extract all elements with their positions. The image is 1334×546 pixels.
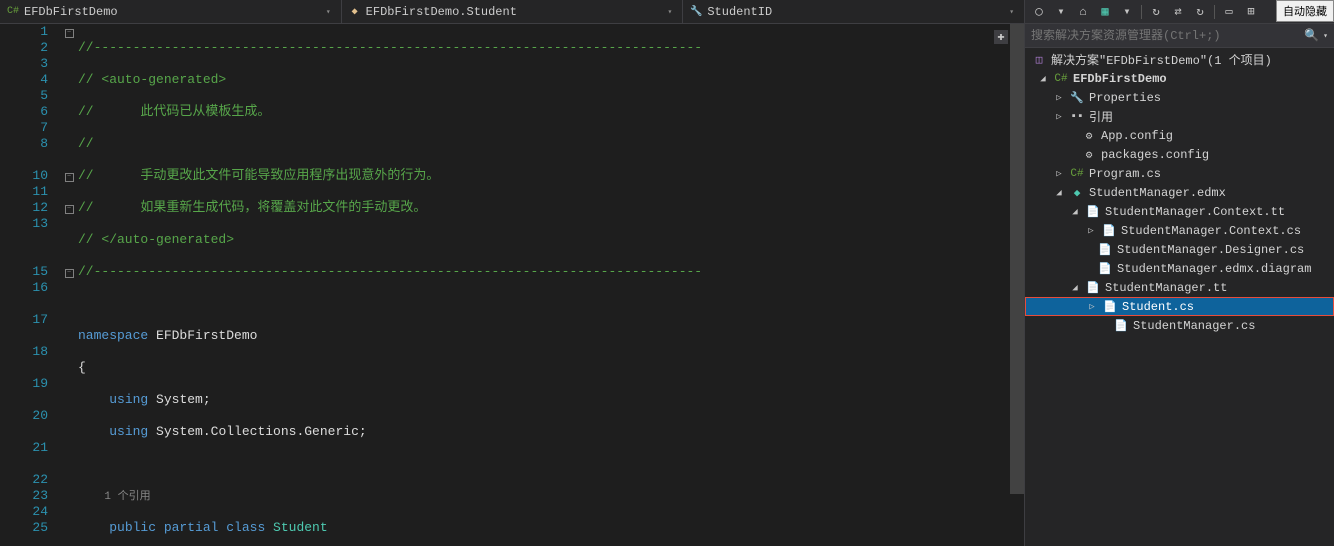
file-icon: 📄: [1101, 224, 1117, 238]
breadcrumb-namespace[interactable]: C# EFDbFirstDemo ▾: [0, 0, 342, 23]
refresh-icon[interactable]: ↻: [1148, 4, 1164, 20]
tree-solution-root[interactable]: ◫ 解决方案"EFDbFirstDemo"(1 个项目): [1025, 50, 1334, 69]
fold-toggle[interactable]: −: [65, 173, 74, 182]
back-icon[interactable]: ◯: [1031, 4, 1047, 20]
cs-icon: C#: [1069, 168, 1085, 180]
file-icon: 📄: [1085, 205, 1101, 219]
search-icon[interactable]: 🔍: [1304, 28, 1319, 43]
breadcrumb: C# EFDbFirstDemo ▾ ◆ EFDbFirstDemo.Stude…: [0, 0, 1024, 24]
expand-icon[interactable]: ◢: [1037, 74, 1049, 84]
tree-contextcs[interactable]: ▷ 📄 StudentManager.Context.cs: [1025, 221, 1334, 240]
edmx-icon: ◆: [1069, 186, 1085, 200]
expand-icon[interactable]: ▷: [1086, 302, 1098, 312]
expand-icon[interactable]: ▷: [1085, 226, 1097, 236]
expand-icon[interactable]: ◢: [1069, 283, 1081, 293]
fold-toggle[interactable]: −: [65, 29, 74, 38]
fold-toggle[interactable]: −: [65, 205, 74, 214]
collapse-icon[interactable]: ⇄: [1170, 4, 1186, 20]
file-icon: 📄: [1113, 319, 1129, 333]
chevron-down-icon: ▾: [1009, 7, 1018, 17]
code-editor[interactable]: 12345678 10111213 15161718 1920212223242…: [0, 24, 1024, 546]
file-icon: 📄: [1097, 262, 1113, 276]
forward-icon[interactable]: ▾: [1053, 4, 1069, 20]
sync-icon[interactable]: ▦: [1097, 4, 1113, 20]
chevron-down-icon: ▾: [326, 7, 335, 17]
wrench-icon: 🔧: [1069, 91, 1085, 105]
tree-packages[interactable]: ⚙ packages.config: [1025, 145, 1334, 164]
expand-icon[interactable]: ▷: [1053, 169, 1065, 179]
config-icon: ⚙: [1081, 129, 1097, 143]
breadcrumb-class[interactable]: ◆ EFDbFirstDemo.Student ▾: [342, 0, 684, 23]
chevron-down-icon[interactable]: ▾: [1119, 4, 1135, 20]
breadcrumb-namespace-label: EFDbFirstDemo: [24, 5, 118, 19]
chevron-down-icon[interactable]: ▾: [1323, 31, 1328, 41]
tree-properties[interactable]: ▷ 🔧 Properties: [1025, 88, 1334, 107]
auto-hide-button[interactable]: 自动隐藏: [1276, 0, 1334, 22]
sync-active-icon[interactable]: ↻: [1192, 4, 1208, 20]
fold-toggle[interactable]: −: [65, 269, 74, 278]
home-icon[interactable]: ⌂: [1075, 4, 1091, 20]
tree-contexttt[interactable]: ◢ 📄 StudentManager.Context.tt: [1025, 202, 1334, 221]
file-icon: 📄: [1102, 300, 1118, 314]
breadcrumb-member-label: StudentID: [707, 5, 772, 19]
breadcrumb-member[interactable]: 🔧 StudentID ▾: [683, 0, 1024, 23]
solution-search[interactable]: 🔍 ▾: [1025, 24, 1334, 48]
expand-icon[interactable]: ▷: [1053, 112, 1065, 122]
tree-edmx[interactable]: ◢ ◆ StudentManager.edmx: [1025, 183, 1334, 202]
tree-tt[interactable]: ◢ 📄 StudentManager.tt: [1025, 278, 1334, 297]
solution-tree: ◫ 解决方案"EFDbFirstDemo"(1 个项目) ◢ C# EFDbFi…: [1025, 48, 1334, 546]
expand-icon[interactable]: ◢: [1069, 207, 1081, 217]
chevron-down-icon: ▾: [668, 7, 677, 17]
scroll-thumb[interactable]: [1010, 24, 1024, 494]
expand-icon[interactable]: ▷: [1053, 93, 1065, 103]
editor-pane: C# EFDbFirstDemo ▾ ◆ EFDbFirstDemo.Stude…: [0, 0, 1024, 546]
breadcrumb-class-label: EFDbFirstDemo.Student: [366, 5, 517, 19]
search-input[interactable]: [1031, 29, 1304, 43]
tree-appconfig[interactable]: ⚙ App.config: [1025, 126, 1334, 145]
tree-program[interactable]: ▷ C# Program.cs: [1025, 164, 1334, 183]
show-all-icon[interactable]: ⊞: [1243, 4, 1259, 20]
tree-diagram[interactable]: 📄 StudentManager.edmx.diagram: [1025, 259, 1334, 278]
solution-icon: ◫: [1031, 53, 1047, 67]
properties-icon[interactable]: ▭: [1221, 4, 1237, 20]
code-content[interactable]: //--------------------------------------…: [78, 24, 1010, 546]
csharp-icon: C#: [6, 5, 20, 19]
vertical-scrollbar[interactable]: [1010, 24, 1024, 546]
tree-student[interactable]: ▷ 📄 Student.cs: [1025, 297, 1334, 316]
split-icon[interactable]: ✚: [994, 30, 1008, 44]
tree-references[interactable]: ▷ ▪▪ 引用: [1025, 107, 1334, 126]
class-icon: ◆: [348, 5, 362, 19]
fold-column: − − − −: [60, 24, 78, 546]
tree-designer[interactable]: 📄 StudentManager.Designer.cs: [1025, 240, 1334, 259]
config-icon: ⚙: [1081, 148, 1097, 162]
file-icon: 📄: [1097, 243, 1113, 257]
tree-project[interactable]: ◢ C# EFDbFirstDemo: [1025, 69, 1334, 88]
file-icon: 📄: [1085, 281, 1101, 295]
tree-managercs[interactable]: 📄 StudentManager.cs: [1025, 316, 1334, 335]
csproj-icon: C#: [1053, 73, 1069, 85]
line-number-gutter: 12345678 10111213 15161718 1920212223242…: [0, 24, 60, 546]
wrench-icon: 🔧: [689, 5, 703, 19]
references-icon: ▪▪: [1069, 111, 1085, 123]
expand-icon[interactable]: ◢: [1053, 188, 1065, 198]
solution-explorer: 自动隐藏 ◯ ▾ ⌂ ▦ ▾ ↻ ⇄ ↻ ▭ ⊞ 🔍 ▾ ◫ 解决方案"EFDb…: [1024, 0, 1334, 546]
